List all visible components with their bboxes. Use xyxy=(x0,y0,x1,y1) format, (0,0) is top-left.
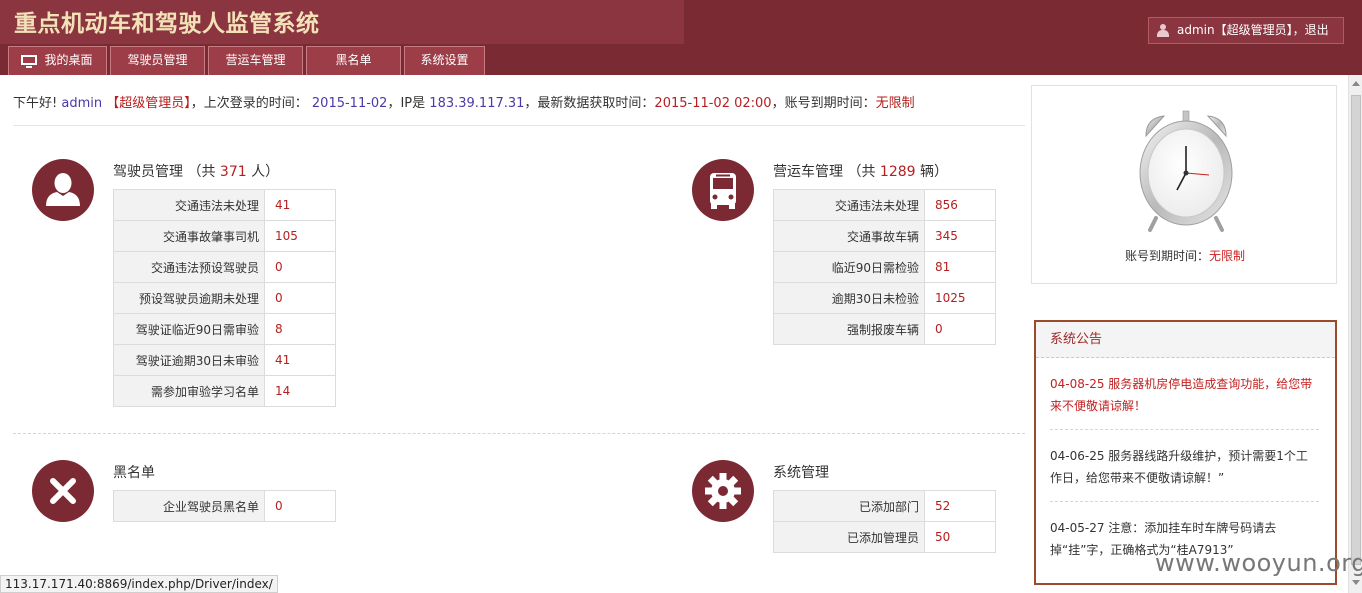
table-row[interactable]: 临近90日需检验 81 xyxy=(773,251,996,283)
table-row[interactable]: 交通违法未处理 856 xyxy=(773,189,996,221)
last-login-date: 2015-11-02 xyxy=(311,96,388,111)
expire-value: 无限制 xyxy=(875,96,915,111)
status-bar-url: 113.17.171.40:8869/index.php/Driver/inde… xyxy=(0,575,278,593)
notice-title: 系统公告 xyxy=(1036,322,1335,358)
system-section-title: 系统管理 xyxy=(773,465,829,481)
vehicle-stats-table: 交通违法未处理 856 交通事故车辆 345 临近90日需检验 81 逾期30日未检验… xyxy=(773,189,996,345)
section-divider xyxy=(13,433,1025,434)
main-nav: 我的桌面 驾驶员管理 营运车管理 黑名单 系统设置 xyxy=(8,46,485,75)
table-row[interactable]: 强制报废车辆 0 xyxy=(773,313,996,345)
greeting: 下午好! xyxy=(13,96,58,111)
notice-item[interactable]: 04-06-25 服务器线路升级维护，预计需要1个工作日，给您带来不便敬请谅解！… xyxy=(1050,430,1319,502)
user-logout-button[interactable]: admin【超级管理员】，退出 xyxy=(1148,17,1344,44)
blacklist-section-title: 黑名单 xyxy=(113,465,155,481)
tab-system-settings[interactable]: 系统设置 xyxy=(404,46,485,75)
scroll-down-icon[interactable] xyxy=(1352,580,1360,585)
table-row[interactable]: 企业驾驶员黑名单 0 xyxy=(113,490,336,522)
notice-item[interactable]: 04-08-25 服务器机房停电造成查询功能，给您带来不便敬请谅解！ xyxy=(1050,358,1319,430)
table-row[interactable]: 交通事故车辆 345 xyxy=(773,220,996,252)
table-row[interactable]: 交通违法预设驾驶员 0 xyxy=(113,251,336,283)
vehicle-section-title: 营运车管理 （共 1289 辆） xyxy=(773,164,948,180)
ip-address: 183.39.117.31 xyxy=(429,96,525,111)
table-row[interactable]: 已添加管理员 50 xyxy=(773,521,996,553)
user-label: admin【超级管理员】，退出 xyxy=(1177,23,1329,37)
welcome-username: admin xyxy=(61,96,103,111)
table-row[interactable]: 驾驶证临近90日需审验 8 xyxy=(113,313,336,345)
table-row[interactable]: 交通事故肇事司机 105 xyxy=(113,220,336,252)
close-icon xyxy=(32,460,94,522)
blacklist-stats-table: 企业驾驶员黑名单 0 xyxy=(113,490,336,522)
divider xyxy=(13,125,1025,126)
fetch-label: ，最新数据获取时间： xyxy=(524,96,655,111)
table-row[interactable]: 已添加部门 52 xyxy=(773,490,996,522)
welcome-role: 【超级管理员】 xyxy=(106,96,191,111)
last-login-label: ，上次登录的时间： xyxy=(190,96,308,111)
ip-label: ，IP是 xyxy=(387,96,426,111)
page-scrollbar[interactable] xyxy=(1348,75,1362,593)
tab-driver-management[interactable]: 驾驶员管理 xyxy=(110,46,205,75)
monitor-icon xyxy=(21,55,37,68)
driver-section-title: 驾驶员管理 （共 371 人） xyxy=(113,164,280,180)
expiry-text: 账号到期时间：无限制 xyxy=(1124,249,1246,263)
alarm-clock-icon xyxy=(1136,108,1236,237)
watermark: www.wooyun.org xyxy=(1155,549,1362,577)
app-header: 重点机动车和驾驶人监管系统 admin【超级管理员】，退出 我的桌面 驾驶员管理… xyxy=(0,0,1362,75)
tab-vehicle-management[interactable]: 营运车管理 xyxy=(208,46,303,75)
scroll-up-icon[interactable] xyxy=(1352,81,1360,86)
driver-stats-table: 交通违法未处理 41 交通事故肇事司机 105 交通违法预设驾驶员 0 预设驾驶员逾期… xyxy=(113,189,336,407)
table-row[interactable]: 需参加审验学习名单 14 xyxy=(113,375,336,407)
table-row[interactable]: 驾驶证逾期30日未审验 41 xyxy=(113,344,336,376)
table-row[interactable]: 预设驾驶员逾期未处理 0 xyxy=(113,282,336,314)
account-expiry-panel: 账号到期时间：无限制 xyxy=(1031,85,1337,284)
tab-blacklist[interactable]: 黑名单 xyxy=(306,46,401,75)
gear-icon xyxy=(692,460,754,522)
system-notice-panel: 系统公告 04-08-25 服务器机房停电造成查询功能，给您带来不便敬请谅解！ … xyxy=(1034,320,1337,585)
bus-icon xyxy=(692,159,754,221)
scroll-thumb[interactable] xyxy=(1351,95,1361,565)
table-row[interactable]: 逾期30日未检验 1025 xyxy=(773,282,996,314)
fetch-time: 2015-11-02 02:00 xyxy=(654,96,772,111)
user-icon xyxy=(1157,24,1169,37)
app-title: 重点机动车和驾驶人监管系统 xyxy=(14,11,320,37)
system-stats-table: 已添加部门 52 已添加管理员 50 xyxy=(773,490,996,553)
tab-label: 我的桌面 xyxy=(44,53,93,67)
person-icon xyxy=(32,159,94,221)
table-row[interactable]: 交通违法未处理 41 xyxy=(113,189,336,221)
welcome-line: 下午好! admin 【超级管理员】，上次登录的时间： 2015-11-02，I… xyxy=(13,92,915,111)
tab-my-desktop[interactable]: 我的桌面 xyxy=(8,46,107,75)
expire-label: ，账号到期时间： xyxy=(771,96,876,111)
